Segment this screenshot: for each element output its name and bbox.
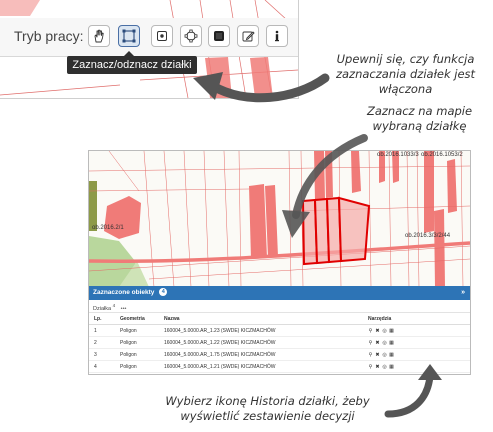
zoom-icon[interactable]: ⚲ [368, 340, 373, 346]
row-name: 160004_5.0000.AR_1.22 (SWDE) KICZMACHÓW [162, 336, 366, 349]
history-icon[interactable]: ▦ [389, 352, 394, 358]
panel-title: Zaznaczone obiekty [93, 289, 155, 296]
table-row[interactable]: 2 Poligon 160004_5.0000.AR_1.22 (SWDE) K… [89, 336, 470, 349]
locate-icon[interactable]: ◎ [382, 328, 387, 334]
note-history-icon-line1: Wybierz ikonę Historia działki, żeby [165, 394, 370, 408]
arrow-to-toolbar [193, 72, 330, 103]
row-tools: ⚲ ✖ ◎ ▦ [366, 348, 470, 361]
col-header-lp: Lp. [89, 313, 118, 325]
tab-parcel-count: 4 [112, 303, 116, 308]
stop-button[interactable] [208, 25, 230, 47]
row-lp: 2 [89, 336, 118, 349]
zoom-icon[interactable]: ⚲ [368, 364, 373, 370]
row-name: 160004_5.0000.AR_1.75 (SWDE) KICZMACHÓW [162, 348, 366, 361]
square-stop-icon [213, 30, 225, 42]
zoom-icon[interactable]: ⚲ [368, 352, 373, 358]
info-button[interactable] [266, 25, 288, 47]
toolbar-strip: Tryb pracy: [0, 18, 298, 57]
plot-label-2: ob.2016.1033/3 [377, 152, 419, 158]
hand-tool-button[interactable] [88, 25, 110, 47]
table-row[interactable]: 3 Poligon 160004_5.0000.AR_1.75 (SWDE) K… [89, 348, 470, 361]
row-geometry: Poligon [118, 348, 162, 361]
select-parcel-icon [121, 28, 137, 44]
remove-icon[interactable]: ✖ [375, 340, 380, 346]
history-icon[interactable]: ▦ [389, 328, 394, 334]
edit-icon [242, 30, 255, 43]
row-name: 160004_5.0000.AR_1.23 (SWDE) KICZMACHÓW [162, 324, 366, 337]
note-select-parcel-line2: wybraną działkę [372, 119, 467, 133]
row-geometry: Poligon [118, 324, 162, 337]
note-history-icon-line2: wyświetlić zestawienie decyzji [180, 409, 355, 423]
note-check-selection-line1: Upewnij się, czy funkcja [336, 52, 475, 66]
remove-icon[interactable]: ✖ [375, 328, 380, 334]
locate-icon[interactable]: ◎ [382, 340, 387, 346]
col-header-name: Nazwa [162, 313, 366, 325]
col-header-tools: Narzędzia [366, 313, 470, 325]
mode-label: Tryb pracy: [14, 28, 84, 44]
tabs-row: Działka 4 ••• [89, 300, 470, 313]
row-name: 160004_5.0000.AR_1.21 (SWDE) KICZMACHÓW [162, 360, 366, 373]
row-tools: ⚲ ✖ ◎ ▦ [366, 324, 470, 337]
collapse-icon[interactable]: » [461, 286, 465, 300]
history-icon[interactable]: ▦ [389, 340, 394, 346]
note-check-selection-line2: zaznaczania działek jest włączona [335, 67, 476, 96]
remove-icon[interactable]: ✖ [375, 352, 380, 358]
point-select-icon [156, 30, 168, 42]
tab-menu[interactable]: ••• [121, 306, 127, 312]
panel-header[interactable]: Zaznaczone obiekty 4 » [89, 286, 470, 300]
table-header-row: Lp. Geometria Nazwa Narzędzia [89, 313, 470, 325]
row-geometry: Poligon [118, 360, 162, 373]
plot-label-3: ob.2016.1053/2 [421, 152, 463, 158]
point-select-button[interactable] [151, 25, 173, 47]
note-check-selection: Upewnij się, czy funkcja zaznaczania dzi… [318, 52, 493, 97]
plot-label-1: ob.2016.2/1 [92, 225, 124, 231]
row-lp: 4 [89, 360, 118, 373]
row-lp: 1 [89, 324, 118, 337]
edit-button[interactable] [237, 25, 259, 47]
arrow-to-history-icon [384, 364, 442, 418]
info-icon [272, 30, 282, 42]
row-tools: ⚲ ✖ ◎ ▦ [366, 336, 470, 349]
tab-parcel-label: Działka [93, 305, 112, 312]
table-row[interactable]: 1 Poligon 160004_5.0000.AR_1.23 (SWDE) K… [89, 324, 470, 337]
plot-label-4: ob.2016.3/3/2/44 [405, 233, 451, 239]
note-select-parcel-line1: Zaznacz na mapie [366, 104, 473, 118]
zoom-icon[interactable]: ⚲ [368, 328, 373, 334]
count-badge: 4 [159, 288, 168, 297]
select-parcel-button[interactable] [118, 25, 140, 47]
note-history-icon: Wybierz ikonę Historia działki, żeby wyś… [150, 394, 385, 424]
tooltip: Zaznacz/odznacz działki [67, 56, 197, 74]
polygon-select-icon [184, 29, 198, 43]
locate-icon[interactable]: ◎ [382, 352, 387, 358]
arrow-to-map [282, 134, 368, 238]
col-header-geometry: Geometria [118, 313, 162, 325]
hand-icon [92, 29, 106, 43]
row-geometry: Poligon [118, 336, 162, 349]
tab-parcel[interactable]: Działka 4 [93, 303, 116, 312]
polygon-select-button[interactable] [180, 25, 202, 47]
row-lp: 3 [89, 348, 118, 361]
